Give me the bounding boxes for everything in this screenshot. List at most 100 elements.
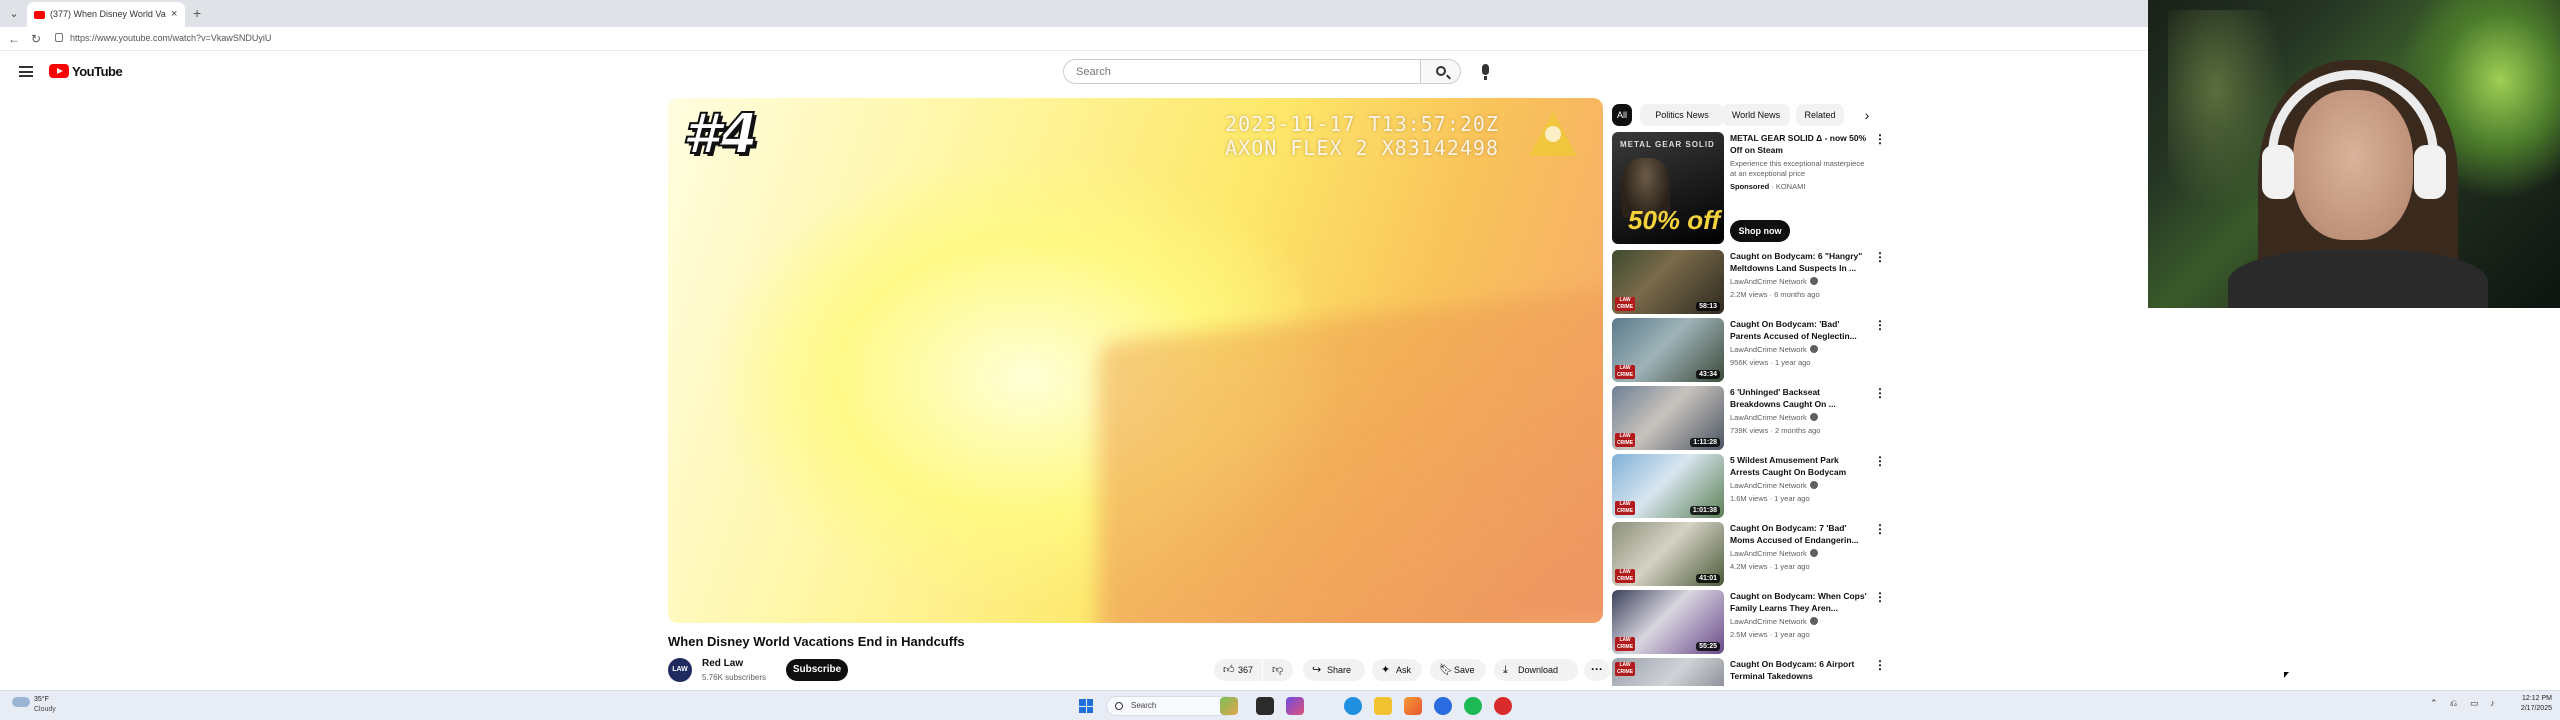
file-explorer-icon[interactable]	[1374, 697, 1392, 715]
reload-icon[interactable]: ↻	[31, 32, 41, 46]
channel-name-text: LawAndCrime Network	[1730, 617, 1807, 626]
video-title[interactable]: 5 Wildest Amusement Park Arrests Caught …	[1730, 454, 1870, 478]
sponsored-ad[interactable]: METAL GEAR SOLID 50% off METAL GEAR SOLI…	[1612, 132, 1886, 244]
verified-check-icon	[1809, 617, 1818, 625]
weather-condition[interactable]: Cloudy	[34, 706, 56, 713]
channel-subscriber-count: 5.76K subscribers	[702, 673, 767, 682]
weather-cloud-icon[interactable]	[12, 697, 30, 707]
youtube-logo-icon[interactable]	[49, 64, 69, 78]
recommendation-item[interactable]: LAW CRIME 1:01:38 5 Wildest Amusement Pa…	[1612, 454, 1886, 518]
more-actions-button[interactable]: ···	[1584, 659, 1610, 681]
video-thumbnail[interactable]: LAW CRIME 43:34	[1612, 318, 1724, 382]
channel-badge: LAW CRIME	[1615, 501, 1635, 515]
headset-earcup-right	[2414, 145, 2446, 199]
search-input[interactable]	[1064, 60, 1420, 83]
download-button[interactable]: ⤓ Download	[1494, 659, 1578, 681]
tab-list-chevron-icon[interactable]: ⌄	[6, 6, 22, 22]
share-button[interactable]: ↪ Share	[1303, 659, 1365, 681]
youtube-logo-text[interactable]: YouTube	[72, 64, 123, 79]
back-arrow-icon[interactable]: ←	[8, 32, 20, 46]
channel-name[interactable]: LawAndCrime Network	[1730, 549, 1818, 558]
weather-temperature[interactable]: 35°F	[34, 696, 49, 703]
network-icon[interactable]: ▭	[2470, 698, 2479, 709]
recommendation-item[interactable]: LAW CRIME 43:34 Caught On Bodycam: 'Bad'…	[1612, 318, 1886, 382]
channel-name[interactable]: LawAndCrime Network	[1730, 413, 1818, 422]
channel-name[interactable]: LawAndCrime Network	[1730, 345, 1818, 354]
ad-sponsored-label: Sponsored	[1730, 182, 1770, 191]
recommendation-item[interactable]: LAW CRIME Caught On Bodycam: 6 Airport T…	[1612, 658, 1884, 686]
edge-browser-icon[interactable]	[1344, 697, 1362, 715]
store-icon[interactable]	[1404, 697, 1422, 715]
kebab-menu-icon[interactable]: ⋮	[1874, 523, 1886, 535]
video-rank-overlay: #4	[681, 101, 759, 168]
shop-now-button[interactable]: Shop now	[1730, 220, 1790, 242]
chip-all[interactable]: All	[1612, 104, 1632, 126]
hamburger-menu-icon[interactable]	[19, 66, 33, 77]
volume-icon[interactable]: ♪	[2490, 698, 2495, 708]
chip-related[interactable]: Related	[1796, 104, 1844, 126]
video-thumbnail[interactable]: LAW CRIME 58:13	[1612, 250, 1724, 314]
kebab-menu-icon[interactable]: ⋮	[1874, 251, 1886, 263]
kebab-menu-icon[interactable]: ⋮	[1874, 659, 1884, 671]
subscribe-button[interactable]: Subscribe	[786, 659, 848, 681]
chip-politics-news[interactable]: Politics News	[1640, 104, 1724, 126]
channel-name[interactable]: LawAndCrime Network	[1730, 277, 1818, 286]
clock-date[interactable]: 2/17/2025	[2512, 705, 2552, 712]
recommendation-item[interactable]: LAW CRIME 1:11:28 6 'Unhinged' Backseat …	[1612, 386, 1886, 450]
video-thumbnail[interactable]: LAW CRIME	[1612, 658, 1724, 686]
kebab-menu-icon[interactable]: ⋮	[1874, 319, 1886, 331]
tray-chevron-icon[interactable]: ⌃	[2430, 698, 2438, 709]
recommendation-item[interactable]: LAW CRIME 41:01 Caught On Bodycam: 7 'Ba…	[1612, 522, 1886, 586]
video-player[interactable]: #4 2023-11-17 T13:57:20Z AXON FLEX 2 X83…	[668, 98, 1603, 623]
video-thumbnail[interactable]: LAW CRIME 41:01	[1612, 522, 1724, 586]
video-title[interactable]: Caught on Bodycam: When Cops' Family Lea…	[1730, 590, 1870, 614]
channel-badge: LAW CRIME	[1615, 433, 1635, 447]
browser-tab-active[interactable]: (377) When Disney World Va ×	[27, 2, 185, 27]
video-thumbnail[interactable]: LAW CRIME 1:01:38	[1612, 454, 1724, 518]
clock-time[interactable]: 12:12 PM	[2512, 695, 2552, 702]
copilot-icon[interactable]	[1286, 697, 1304, 715]
kebab-menu-icon[interactable]: ⋮	[1874, 455, 1886, 467]
chevron-right-icon[interactable]: ›	[1856, 104, 1878, 126]
video-thumbnail[interactable]: LAW CRIME 55:25	[1612, 590, 1724, 654]
dislike-button[interactable]: 👎︎	[1263, 659, 1293, 681]
like-button[interactable]: 👍︎ 367	[1214, 659, 1262, 681]
search-highlight-icon[interactable]	[1220, 697, 1238, 715]
channel-name-text: LawAndCrime Network	[1730, 345, 1807, 354]
new-tab-button[interactable]: +	[193, 5, 201, 21]
voice-search-button[interactable]	[1473, 59, 1498, 84]
youtube-app-icon[interactable]	[1494, 697, 1512, 715]
tray-usb-icon[interactable]: ⎌	[2450, 698, 2457, 709]
video-title[interactable]: Caught On Bodycam: 'Bad' Parents Accused…	[1730, 318, 1870, 342]
ad-kebab-menu-icon[interactable]: ⋮	[1874, 133, 1886, 145]
task-view-icon[interactable]	[1256, 697, 1274, 715]
video-thumbnail[interactable]: LAW CRIME 1:11:28	[1612, 386, 1724, 450]
kebab-menu-icon[interactable]: ⋮	[1874, 387, 1886, 399]
tab-close-icon[interactable]: ×	[171, 8, 177, 20]
chip-world-news[interactable]: World News	[1722, 104, 1790, 126]
ask-button[interactable]: ✦ Ask	[1372, 659, 1422, 681]
channel-avatar[interactable]: LAW	[668, 658, 692, 682]
windows-start-icon[interactable]	[1079, 699, 1093, 713]
video-title[interactable]: Caught on Bodycam: 6 "Hangry" Meltdowns …	[1730, 250, 1870, 274]
taskbar-search[interactable]: Search	[1106, 696, 1236, 716]
channel-name[interactable]: LawAndCrime Network	[1730, 617, 1818, 626]
channel-name-text: LawAndCrime Network	[1730, 549, 1807, 558]
channel-name[interactable]: Red Law	[702, 658, 743, 669]
ad-advertiser: KONAMI	[1775, 182, 1806, 191]
spotify-icon[interactable]	[1464, 697, 1482, 715]
ad-title[interactable]: METAL GEAR SOLID Δ - now 50% Off on Stea…	[1730, 132, 1870, 156]
video-title[interactable]: 6 'Unhinged' Backseat Breakdowns Caught …	[1730, 386, 1870, 410]
search-button[interactable]	[1421, 59, 1461, 84]
discord-icon[interactable]	[1434, 697, 1452, 715]
save-button[interactable]: 🔖︎ Save	[1430, 659, 1486, 681]
video-title[interactable]: Caught On Bodycam: 7 'Bad' Moms Accused …	[1730, 522, 1870, 546]
recommendation-item[interactable]: LAW CRIME 55:25 Caught on Bodycam: When …	[1612, 590, 1886, 654]
lock-icon[interactable]	[55, 33, 63, 42]
channel-name[interactable]: LawAndCrime Network	[1730, 481, 1818, 490]
video-title[interactable]: Caught On Bodycam: 6 Airport Terminal Ta…	[1730, 658, 1870, 682]
url-field[interactable]: https://www.youtube.com/watch?v=VkawSNDU…	[70, 33, 271, 43]
recommendation-item[interactable]: LAW CRIME 58:13 Caught on Bodycam: 6 "Ha…	[1612, 250, 1886, 314]
kebab-menu-icon[interactable]: ⋮	[1874, 591, 1886, 603]
ad-thumbnail[interactable]: METAL GEAR SOLID 50% off	[1612, 132, 1724, 244]
